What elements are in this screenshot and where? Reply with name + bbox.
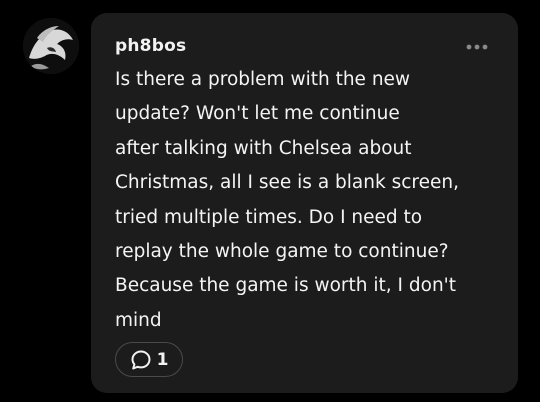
comment-text: Is there a problem with the new update? … bbox=[115, 69, 459, 331]
avatar-image bbox=[23, 18, 79, 74]
more-dots-icon bbox=[466, 44, 488, 50]
speech-bubble-icon bbox=[131, 350, 151, 369]
more-options-button[interactable] bbox=[462, 38, 492, 56]
reply-button[interactable]: 1 bbox=[115, 342, 183, 377]
comment-view: ph8bos Is there a problem with the new u… bbox=[0, 0, 540, 402]
reply-count: 1 bbox=[156, 349, 169, 370]
avatar[interactable] bbox=[23, 18, 79, 74]
comment-username[interactable]: ph8bos bbox=[115, 36, 186, 56]
